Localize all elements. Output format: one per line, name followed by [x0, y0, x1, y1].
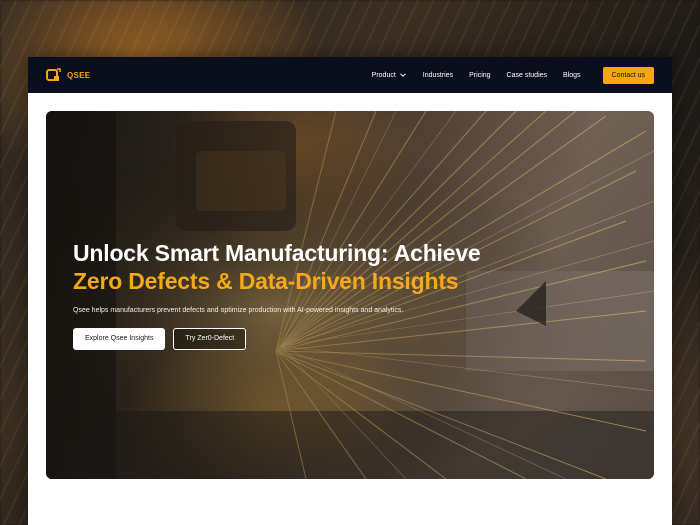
nav-item-industries[interactable]: Industries [423, 72, 453, 79]
qsee-logo-icon [46, 68, 62, 82]
explore-insights-button[interactable]: Explore Qsee Insights [73, 328, 166, 350]
hero-actions: Explore Qsee Insights Try Zer0-Defect [73, 328, 633, 350]
hero-title-line-1: Unlock Smart Manufacturing: Achieve [73, 240, 481, 266]
nav-item-blogs[interactable]: Blogs [563, 72, 581, 79]
hero-subtitle: Qsee helps manufacturers prevent defects… [73, 307, 404, 314]
hero-banner: Unlock Smart Manufacturing: Achieve Zero… [46, 111, 654, 479]
main-nav: Product Industries Pricing Case studies … [372, 66, 654, 84]
navbar: QSEE Product Industries Pricing Case stu… [28, 57, 672, 93]
website-frame: QSEE Product Industries Pricing Case stu… [28, 57, 672, 525]
contact-us-button[interactable]: Contact us [602, 66, 654, 84]
nav-item-label: Product [371, 71, 396, 79]
nav-item-pricing[interactable]: Pricing [469, 72, 490, 79]
hero-title-line-2: Zero Defects & Data-Driven Insights [73, 268, 459, 294]
hero-content: Unlock Smart Manufacturing: Achieve Zero… [73, 239, 633, 350]
try-zero-defect-button[interactable]: Try Zer0-Defect [173, 328, 247, 350]
nav-item-case-studies[interactable]: Case studies [507, 72, 547, 79]
brand-name: QSEE [67, 70, 91, 80]
chevron-down-icon [399, 71, 407, 79]
brand-logo-link[interactable]: QSEE [46, 68, 90, 82]
hero-headline: Unlock Smart Manufacturing: Achieve Zero… [73, 239, 633, 295]
nav-item-product[interactable]: Product [372, 71, 407, 79]
